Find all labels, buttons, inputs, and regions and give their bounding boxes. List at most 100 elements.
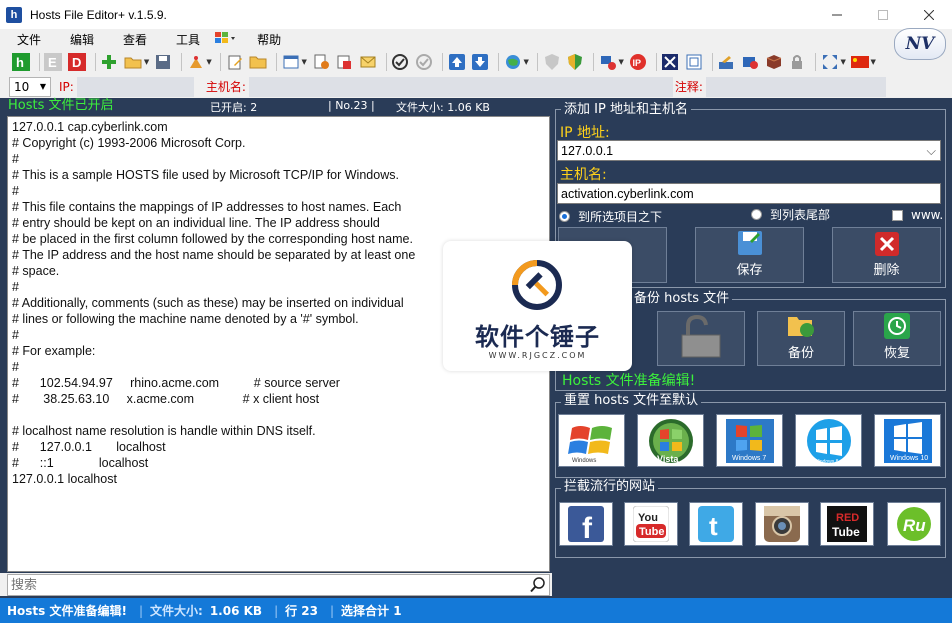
reset-windows-vista-button[interactable]: Vista: [637, 414, 704, 467]
status-size-value: 1.06 KB: [209, 603, 263, 618]
china-flag-icon: [850, 56, 869, 68]
export-button[interactable]: [334, 52, 354, 72]
network-button[interactable]: [598, 52, 618, 72]
language-button[interactable]: [850, 52, 870, 72]
status-message: Hosts 文件准备编辑!: [7, 604, 127, 618]
menu-view[interactable]: 查看: [106, 31, 159, 48]
save-button[interactable]: 保存: [695, 227, 804, 283]
editor-line[interactable]: # 102.54.94.97 rhino.acme.com # source s…: [12, 375, 545, 391]
disable-button[interactable]: D: [67, 52, 87, 72]
ip-filter-input[interactable]: [76, 76, 194, 97]
block-redtube-button[interactable]: RED Tube: [820, 502, 874, 546]
restore-button[interactable]: 恢复: [853, 311, 941, 366]
web-button[interactable]: [503, 52, 523, 72]
note-filter-input[interactable]: [705, 76, 886, 97]
grid-button[interactable]: [684, 52, 704, 72]
editor-line[interactable]: # localhost name resolution is handle wi…: [12, 423, 545, 439]
block-rutube-button[interactable]: Ru: [887, 502, 941, 546]
editor-line[interactable]: # This file contains the mappings of IP …: [12, 199, 545, 215]
svg-text:You: You: [638, 512, 658, 524]
reset-windows-7-button[interactable]: Windows 7: [716, 414, 783, 467]
block-instagram-button[interactable]: [755, 502, 809, 546]
menu-tools[interactable]: 工具: [159, 31, 212, 48]
windows-xp-icon: Windows: [567, 425, 612, 464]
svg-text:D: D: [72, 55, 81, 70]
block-youtube-button[interactable]: You Tube: [624, 502, 678, 546]
block-facebook-button[interactable]: f: [559, 502, 613, 546]
twitter-icon: t: [698, 506, 734, 542]
close-button[interactable]: [906, 0, 952, 29]
editor-line[interactable]: [12, 407, 545, 423]
host-filter-input[interactable]: [248, 76, 673, 97]
editor-line[interactable]: # entry should be kept on an individual …: [12, 215, 545, 231]
status-selection: 选择合计 1: [341, 604, 402, 618]
unlock-button[interactable]: [657, 311, 745, 366]
ip-address-select[interactable]: 127.0.0.1 ⌵: [557, 140, 941, 161]
envelope-button[interactable]: [358, 52, 378, 72]
check-disabled-button[interactable]: [414, 52, 434, 72]
hosts-status: Hosts 文件已开启: [8, 98, 114, 113]
reset-windows-10-button[interactable]: Windows 10: [874, 414, 941, 467]
editor-line[interactable]: # ::1 localhost: [12, 455, 545, 471]
reset-windows-xp-button[interactable]: Windows: [558, 414, 625, 467]
check-button[interactable]: [391, 52, 411, 72]
file-size-info: 文件大小: 1.06 KB: [396, 101, 490, 114]
svg-text:h: h: [16, 55, 24, 70]
www-checkbox[interactable]: www.: [892, 208, 943, 222]
add-entry-button[interactable]: [100, 52, 120, 72]
radio-below-selected[interactable]: 到所选项目之下: [559, 208, 662, 225]
block-button[interactable]: [661, 52, 681, 72]
import-button[interactable]: [311, 52, 331, 72]
radio-end-of-list[interactable]: 到列表尾部: [751, 206, 830, 223]
minimize-button[interactable]: [814, 0, 860, 29]
search-button[interactable]: [527, 575, 549, 595]
editor-line[interactable]: # 38.25.63.10 x.acme.com # x client host: [12, 391, 545, 407]
backup-status-message: Hosts 文件准备编辑!: [562, 373, 696, 389]
search-input[interactable]: [8, 575, 527, 595]
menu-edit[interactable]: 编辑: [53, 31, 106, 48]
editor-line[interactable]: # This is a sample HOSTS file used by Mi…: [12, 167, 545, 183]
delete-button[interactable]: 删除: [832, 227, 941, 283]
menu-help[interactable]: 帮助: [240, 31, 293, 48]
broom-icon: [189, 56, 202, 68]
maximize-button[interactable]: [860, 0, 906, 29]
backup-button[interactable]: 备份: [757, 311, 845, 366]
menu-file[interactable]: 文件: [0, 31, 53, 48]
editor-line[interactable]: #: [12, 151, 545, 167]
shield-color-button[interactable]: [565, 52, 585, 72]
edit-button[interactable]: [225, 52, 245, 72]
enable-button[interactable]: E: [44, 52, 64, 72]
admin-button[interactable]: [740, 52, 760, 72]
os-label: Windows 8: [814, 459, 839, 465]
editor-line[interactable]: 127.0.0.1 localhost: [12, 471, 545, 487]
page-count-select[interactable]: 10 ▼: [9, 76, 51, 97]
hosts-button[interactable]: h: [11, 52, 31, 72]
editor-line[interactable]: 127.0.0.1 cap.cyberlink.com: [12, 119, 545, 135]
windows-10-icon: Windows 10: [883, 418, 932, 463]
delete-button-label: 删除: [873, 263, 900, 278]
reset-windows-8-button[interactable]: Windows 8: [795, 414, 862, 467]
ip-button[interactable]: IP: [628, 52, 648, 72]
editor-line[interactable]: #: [12, 183, 545, 199]
tools-button[interactable]: [717, 52, 737, 72]
folder-button[interactable]: [248, 52, 268, 72]
move-up-button[interactable]: [447, 52, 467, 72]
expand-button[interactable]: [820, 52, 840, 72]
window-button[interactable]: [281, 52, 301, 72]
clean-button[interactable]: [186, 52, 206, 72]
shield-gray-button[interactable]: [542, 52, 562, 72]
editor-line[interactable]: # Copyright (c) 1993-2006 Microsoft Corp…: [12, 135, 545, 151]
note-filter-label: 注释:: [674, 80, 703, 94]
check-circle-icon: [392, 54, 409, 70]
save-toolbar-button[interactable]: [153, 52, 173, 72]
move-down-button[interactable]: [470, 52, 490, 72]
package-button[interactable]: [764, 52, 784, 72]
block-twitter-button[interactable]: t: [689, 502, 743, 546]
editor-line[interactable]: # 127.0.0.1 localhost: [12, 439, 545, 455]
hostname-input[interactable]: activation.cyberlink.com: [557, 183, 941, 204]
menu-windows-logo[interactable]: [212, 31, 240, 48]
open-button[interactable]: [123, 52, 143, 72]
host-filter-label: 主机名:: [205, 80, 246, 94]
lock-button[interactable]: [787, 52, 807, 72]
arrow-down-icon: [472, 54, 489, 70]
